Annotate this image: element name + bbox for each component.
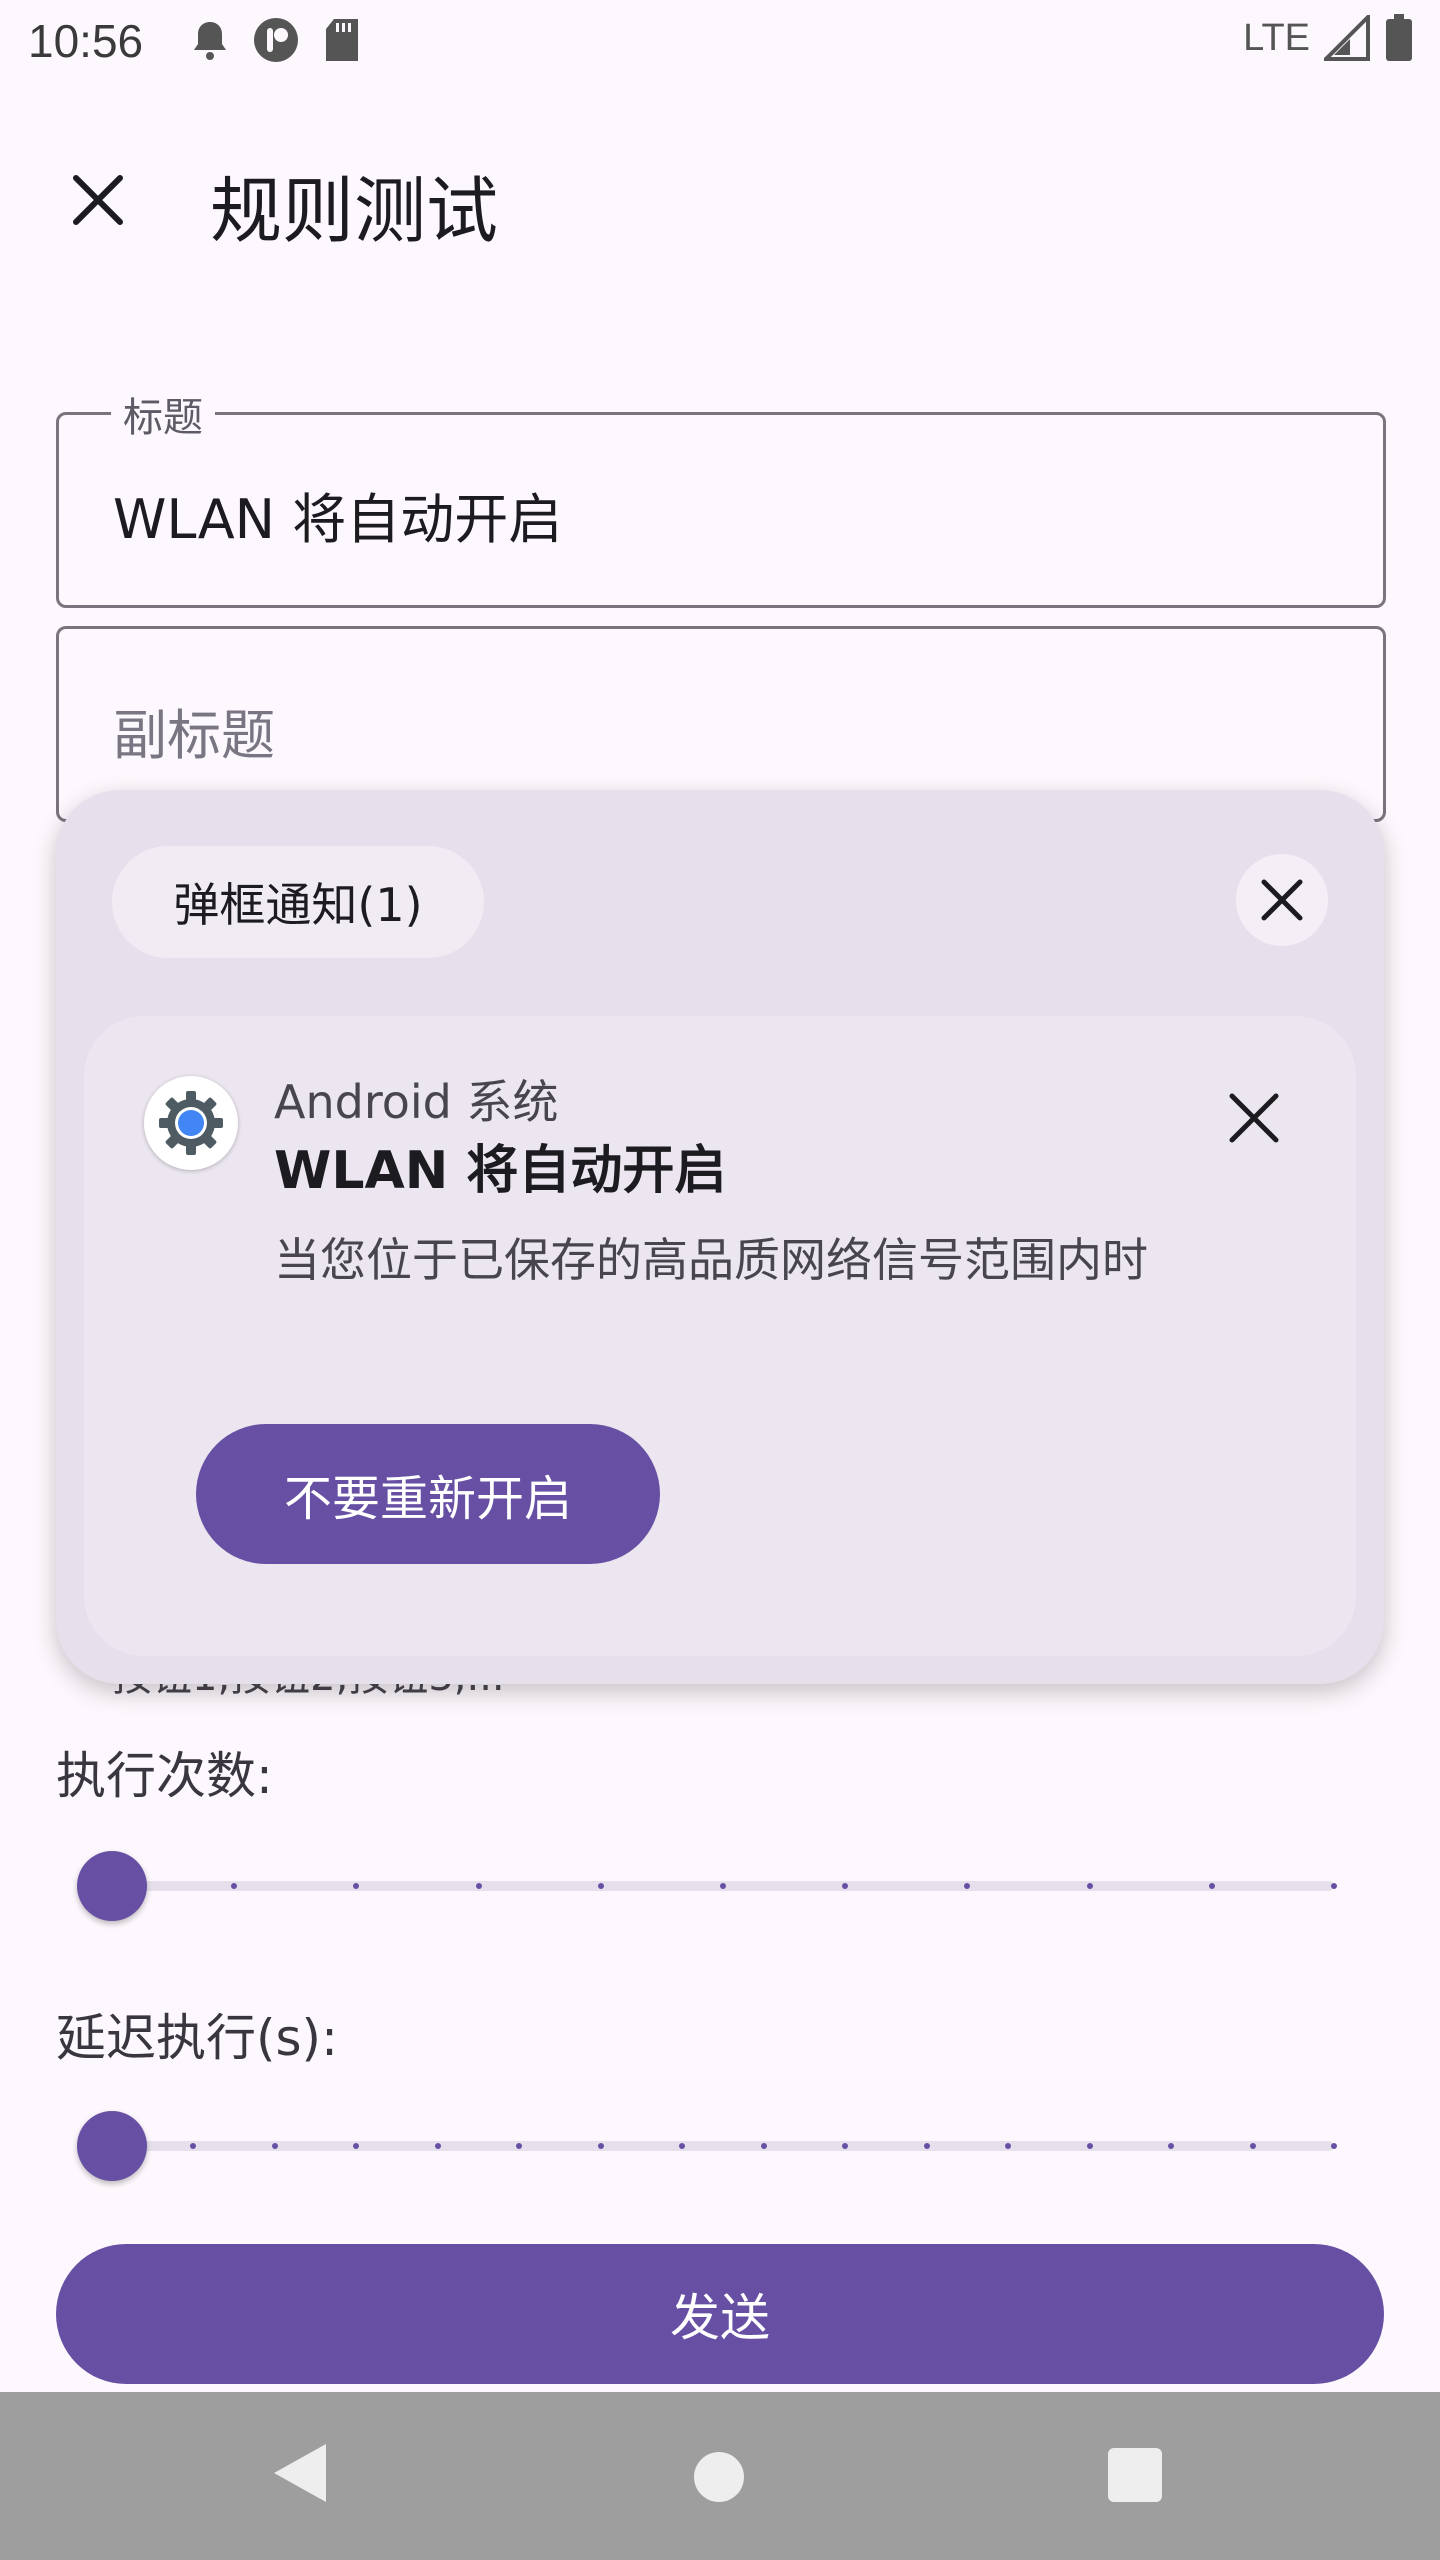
- status-time: 10:56: [28, 15, 144, 67]
- back-icon: [274, 2444, 326, 2502]
- slider-tick: [1005, 2143, 1012, 2149]
- slider-tick: [1168, 2143, 1175, 2149]
- slider-tick: [516, 2143, 523, 2149]
- network-type: LTE: [1243, 16, 1310, 59]
- slider-tick: [271, 2143, 278, 2149]
- slider-tick: [353, 1883, 360, 1889]
- slider-tick: [434, 2143, 441, 2149]
- slider-tick: [353, 2143, 360, 2149]
- page-title: 规则测试: [210, 169, 499, 253]
- close-icon: [1229, 1093, 1279, 1143]
- slider-tick: [720, 1883, 726, 1889]
- slider-tick: [1208, 1883, 1215, 1889]
- close-button[interactable]: [58, 160, 138, 240]
- nav-recents-button[interactable]: [1108, 2448, 1162, 2502]
- signal-icon: [1324, 15, 1370, 61]
- slider-tick: [923, 2143, 930, 2149]
- sd-card-icon: [326, 19, 358, 61]
- execution-count-slider[interactable]: [77, 1844, 1337, 1924]
- close-icon: [1261, 879, 1303, 921]
- notification-dismiss-button[interactable]: [1214, 1078, 1294, 1158]
- slider-tick: [231, 1883, 238, 1889]
- slider-tick: [597, 2143, 604, 2149]
- send-button[interactable]: 发送: [56, 2244, 1384, 2384]
- title-field[interactable]: 标题 WLAN 将自动开启: [56, 385, 1386, 608]
- title-field-label: 标题: [111, 385, 215, 443]
- slider-tick: [1086, 1883, 1093, 1889]
- slider-ticks: [112, 1881, 1337, 1891]
- slider-tick: [679, 2143, 686, 2149]
- notification-card[interactable]: Android 系统 WLAN 将自动开启 当您位于已保存的高品质网络信号范围内…: [84, 1016, 1356, 1656]
- execution-count-label: 执行次数:: [56, 1747, 273, 1805]
- slider-thumb[interactable]: [77, 1851, 147, 1921]
- close-icon: [73, 175, 123, 225]
- slider-thumb[interactable]: [77, 2111, 147, 2181]
- slider-tick: [760, 2143, 767, 2149]
- nav-back-button[interactable]: [270, 2440, 330, 2510]
- delay-slider[interactable]: [77, 2104, 1337, 2184]
- notification-app-name: Android 系统: [274, 1075, 559, 1129]
- slider-tick: [842, 1883, 849, 1889]
- battery-icon: [1386, 14, 1412, 61]
- status-bar: 10:56 LTE: [0, 0, 1440, 84]
- notification-bell-icon: [194, 22, 226, 60]
- slider-tick: [1249, 2143, 1256, 2149]
- notification-title: WLAN 将自动开启: [274, 1141, 727, 1201]
- dont-reenable-button[interactable]: 不要重新开启: [196, 1424, 660, 1564]
- title-field-value[interactable]: WLAN 将自动开启: [113, 475, 562, 554]
- slider-ticks: [112, 2141, 1337, 2151]
- slider-tick: [1331, 2143, 1337, 2149]
- delay-label: 延迟执行(s):: [56, 2009, 338, 2067]
- notification-body: 当您位于已保存的高品质网络信号范围内时: [274, 1233, 1148, 1287]
- slider-tick: [964, 1883, 971, 1889]
- status-icons-left: [190, 16, 362, 64]
- app-status-icon: [254, 18, 298, 62]
- status-icons-right: LTE: [1243, 14, 1414, 62]
- slider-tick: [475, 1883, 482, 1889]
- slider-tick: [1331, 1883, 1337, 1889]
- slider-tick: [190, 2143, 197, 2149]
- slider-tick: [842, 2143, 849, 2149]
- notification-popup: 弹框通知(1) Android 系统 WLAN 将自动开启 当您位于已保存的高品…: [56, 790, 1384, 1684]
- slider-tick: [1086, 2143, 1093, 2149]
- subtitle-field-placeholder: 副标题: [113, 704, 275, 767]
- slider-tick: [597, 1883, 604, 1889]
- popup-notification-chip[interactable]: 弹框通知(1): [112, 846, 484, 958]
- settings-gear-icon: [144, 1076, 238, 1170]
- popup-close-button[interactable]: [1236, 854, 1328, 946]
- nav-home-button[interactable]: [694, 2452, 744, 2502]
